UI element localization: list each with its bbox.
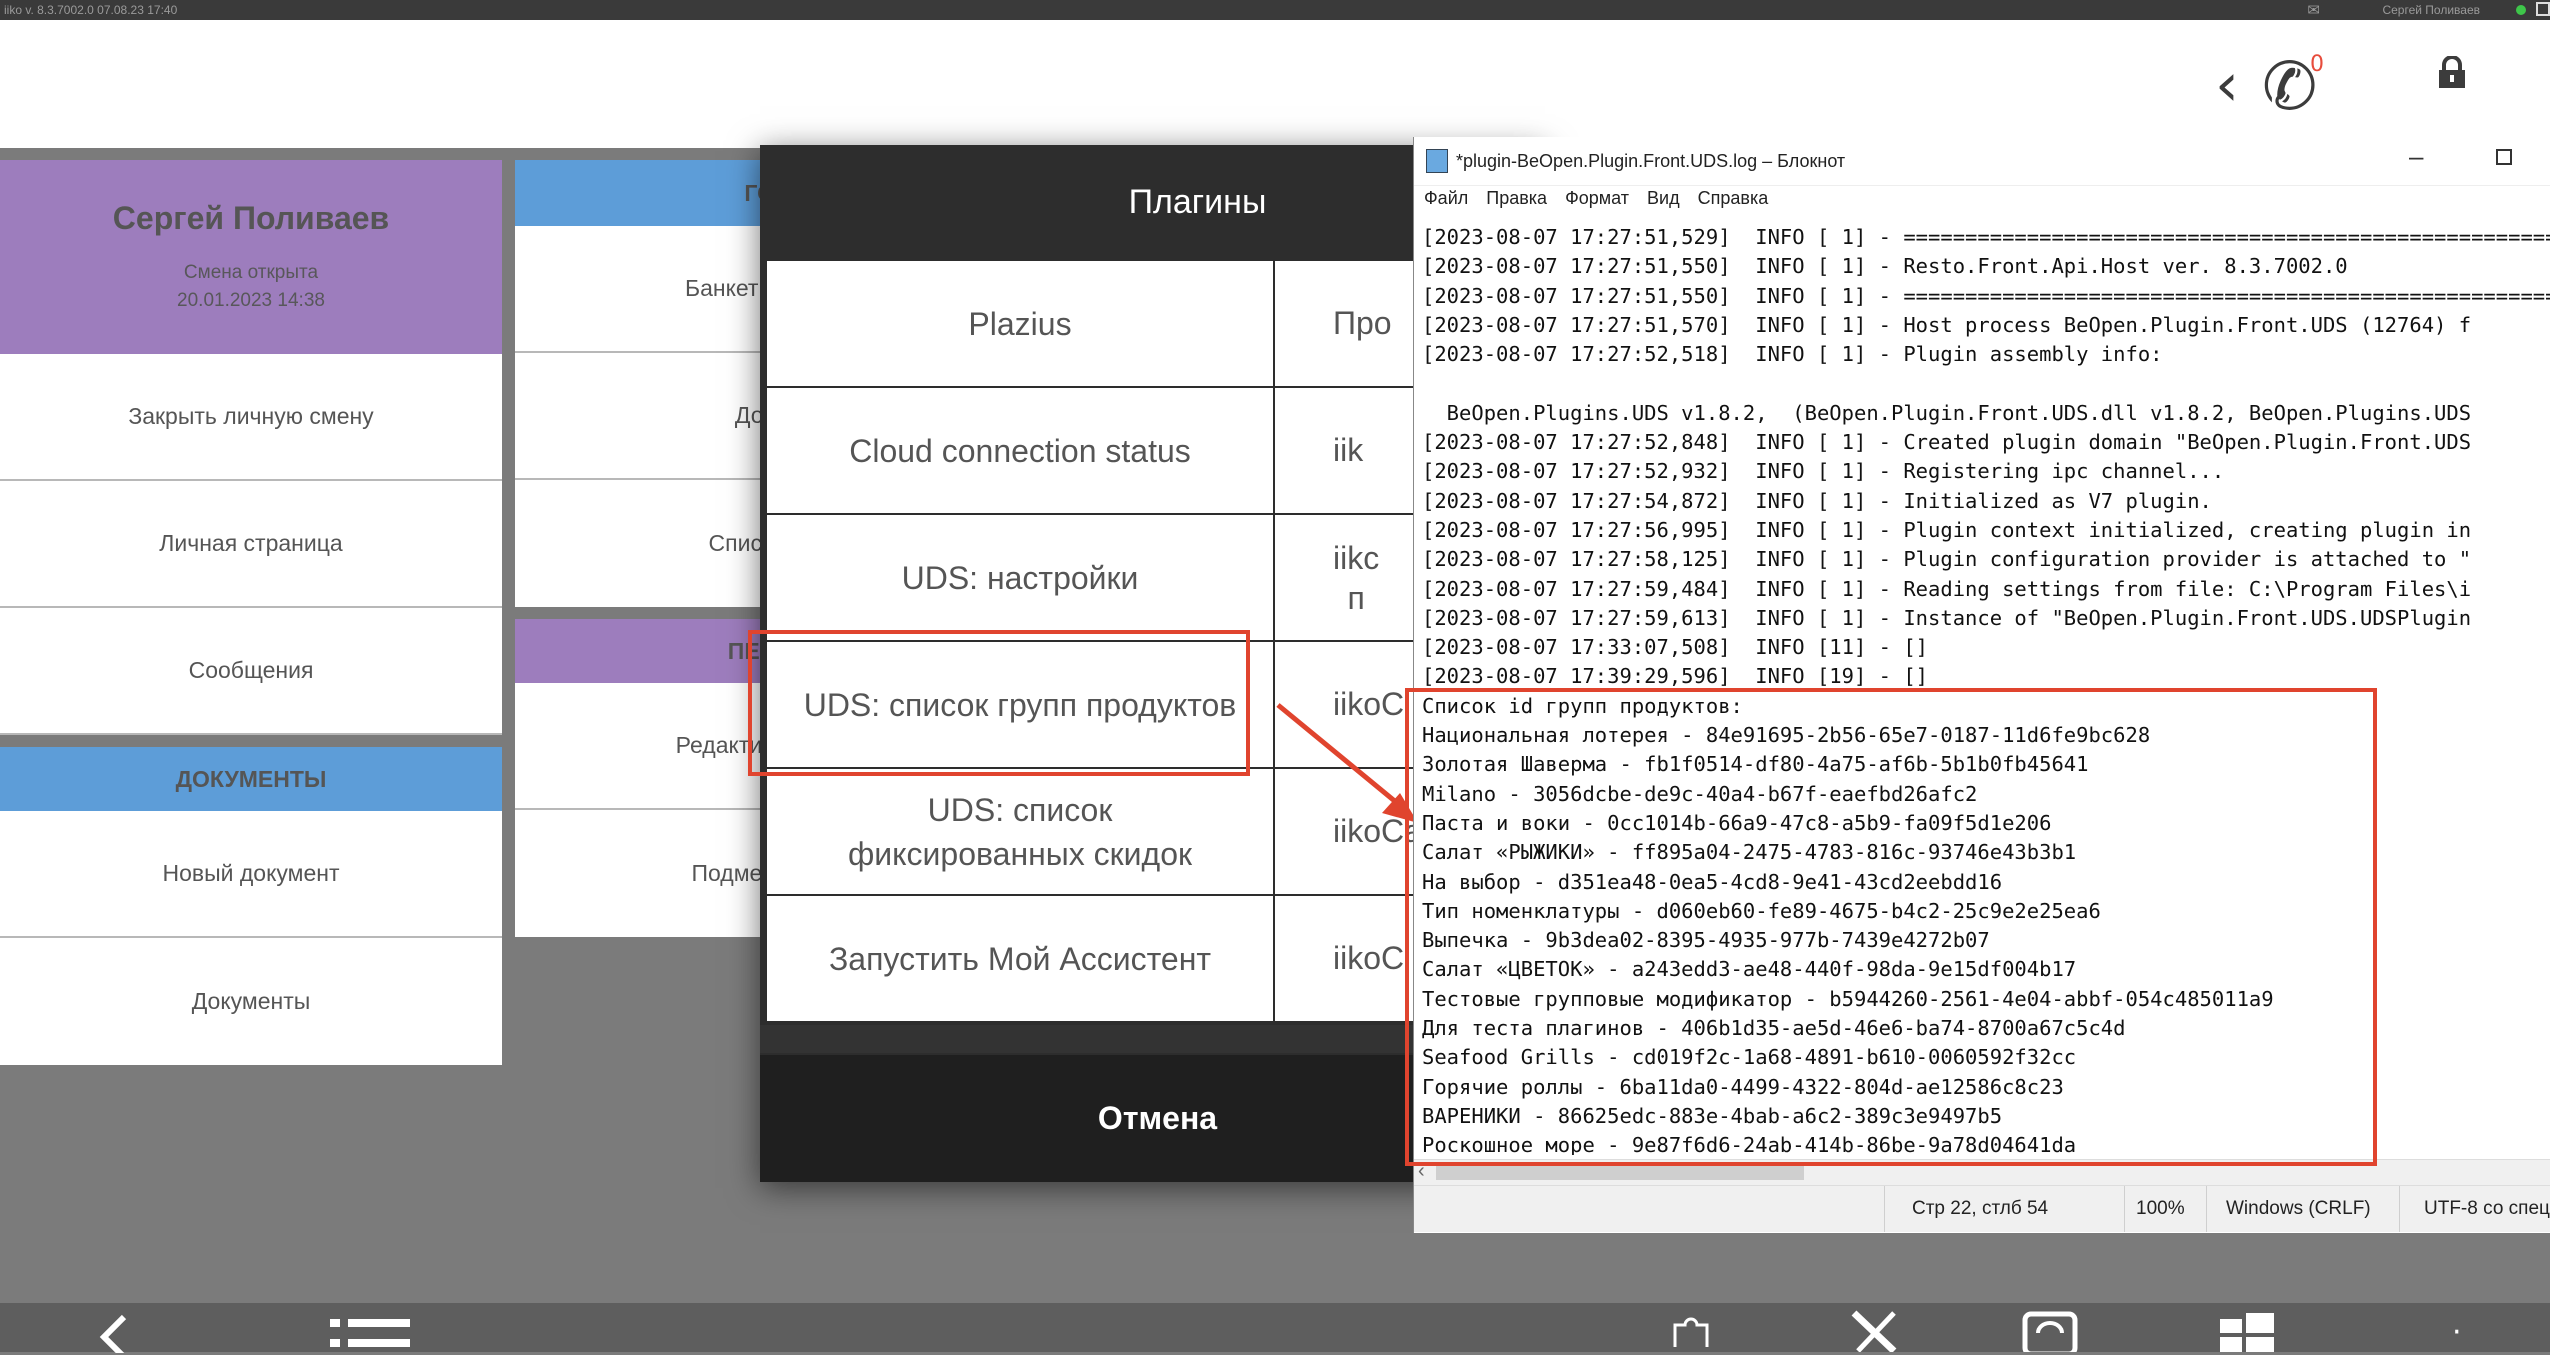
documents-section-title: ДОКУМЕНТЫ bbox=[0, 747, 502, 811]
notepad-titlebar: *plugin-BeOpen.Plugin.Front.UDS.log – Бл… bbox=[1414, 137, 2550, 186]
list-button[interactable]: Списо bbox=[515, 480, 775, 607]
menu-help[interactable]: Справка bbox=[1698, 188, 1769, 209]
highlight-box-plugin bbox=[748, 630, 1250, 776]
edit-button[interactable]: Редактир bbox=[515, 683, 775, 810]
messages-button[interactable]: Сообщения bbox=[0, 608, 502, 735]
window-icon bbox=[2536, 2, 2550, 16]
system-topbar: iiko v. 8.3.7002.0 07.08.23 17:40 ✉ Серг… bbox=[0, 0, 2550, 20]
replace-button[interactable]: Подмен bbox=[515, 810, 775, 937]
encoding: UTF-8 со спец bbox=[2424, 1198, 2550, 1219]
puzzle-icon[interactable] bbox=[1665, 1307, 1719, 1352]
minimize-icon[interactable]: – bbox=[2409, 141, 2423, 172]
notepad-statusbar: Стр 22, стлб 54 100% Windows (CRLF) UTF-… bbox=[1414, 1185, 2550, 1232]
new-document-button[interactable]: Новый документ bbox=[0, 811, 502, 938]
highlight-box-log bbox=[1405, 688, 2377, 1166]
back-icon[interactable] bbox=[92, 1313, 132, 1353]
middle-menu: ГО Банкеты Дос Списо ПЕР Редактир Подмен bbox=[515, 160, 775, 940]
banquets-button[interactable]: Банкеты bbox=[515, 226, 775, 353]
sync-icon[interactable] bbox=[2022, 1311, 2078, 1352]
windows-icon[interactable] bbox=[2220, 1313, 2274, 1352]
section1-title: ГО bbox=[515, 160, 775, 226]
cursor-position: Стр 22, стлб 54 bbox=[1912, 1198, 2049, 1219]
left-menu: Сергей Поливаев Смена открыта 20.01.2023… bbox=[0, 160, 502, 1065]
plugin-name[interactable]: UDS: список фиксированных скидок bbox=[766, 768, 1274, 895]
status-dot-icon bbox=[2516, 5, 2526, 15]
plugin-name[interactable]: Cloud connection status bbox=[766, 387, 1274, 514]
menu-format[interactable]: Формат bbox=[1565, 188, 1629, 209]
list-icon[interactable] bbox=[330, 1315, 410, 1355]
divider bbox=[2206, 1186, 2207, 1232]
shift-status: Смена открыта bbox=[183, 261, 319, 283]
scroll-thumb[interactable] bbox=[1436, 1164, 1804, 1180]
notepad-menubar: Файл Правка Формат Вид Справка bbox=[1414, 186, 2550, 210]
version-label: iiko v. 8.3.7002.0 07.08.23 17:40 bbox=[4, 3, 178, 17]
plugin-name[interactable]: Запустить Мой Ассистент bbox=[766, 895, 1274, 1022]
maximize-icon[interactable] bbox=[2496, 149, 2512, 165]
bottom-toolbar: · bbox=[0, 1303, 2550, 1355]
menu-edit[interactable]: Правка bbox=[1486, 188, 1547, 209]
topbar-user: Сергей Поливаев bbox=[2382, 3, 2480, 17]
divider bbox=[0, 735, 502, 747]
tools-icon[interactable] bbox=[1848, 1307, 1904, 1352]
shift-date: 20.01.2023 14:38 bbox=[177, 289, 325, 311]
line-endings: Windows (CRLF) bbox=[2226, 1198, 2371, 1219]
lock-icon[interactable] bbox=[2432, 56, 2472, 88]
mail-icon[interactable]: ✉ bbox=[2307, 1, 2320, 19]
plugin-name[interactable]: Plazius bbox=[766, 260, 1274, 387]
section2-title: ПЕР bbox=[515, 619, 775, 683]
phone-count-badge: 0 bbox=[2310, 52, 2324, 77]
notepad-icon bbox=[1426, 149, 1448, 173]
delivery-button[interactable]: Дос bbox=[515, 353, 775, 480]
personal-page-button[interactable]: Личная страница bbox=[0, 481, 502, 608]
divider bbox=[1884, 1186, 1885, 1232]
back-icon[interactable]: ‹ bbox=[2215, 50, 2239, 120]
divider bbox=[2399, 1186, 2400, 1232]
divider bbox=[2124, 1186, 2125, 1232]
zoom-level: 100% bbox=[2136, 1198, 2185, 1219]
app-header: ‹ ✆ 0 bbox=[0, 20, 2550, 148]
user-name: Сергей Поливаев bbox=[112, 199, 390, 236]
user-block: Сергей Поливаев Смена открыта 20.01.2023… bbox=[0, 160, 502, 354]
menu-view[interactable]: Вид bbox=[1647, 188, 1680, 209]
menu-file[interactable]: Файл bbox=[1424, 188, 1468, 209]
plugin-name[interactable]: UDS: настройки bbox=[766, 514, 1274, 641]
notepad-title: *plugin-BeOpen.Plugin.Front.UDS.log – Бл… bbox=[1456, 150, 1846, 171]
more-icon[interactable]: · bbox=[2452, 1315, 2462, 1350]
divider bbox=[515, 607, 775, 619]
documents-button[interactable]: Документы bbox=[0, 938, 502, 1065]
close-shift-button[interactable]: Закрыть личную смену bbox=[0, 354, 502, 481]
